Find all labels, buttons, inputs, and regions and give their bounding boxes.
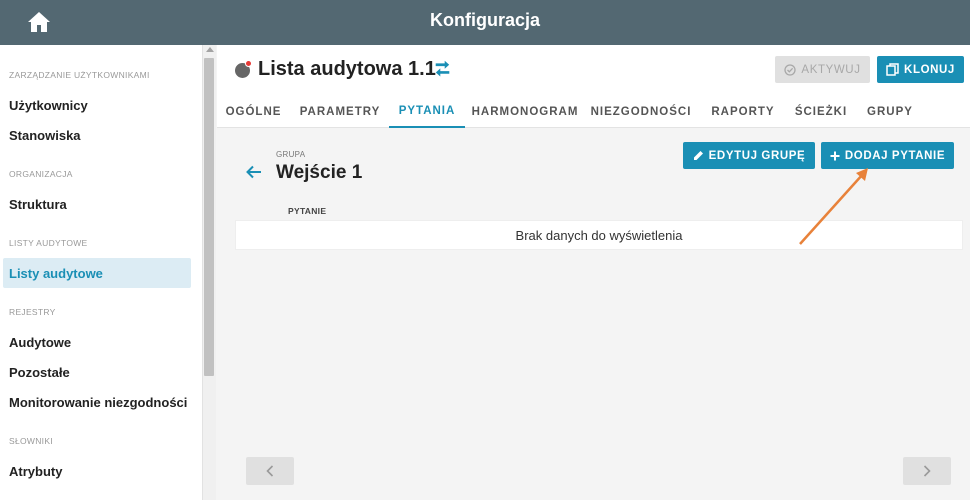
tab-nonconformities[interactable]: NIEZGODNOŚCI (589, 95, 693, 128)
copy-icon (886, 63, 899, 76)
plus-icon (830, 151, 840, 160)
group-label: GRUPA (276, 150, 306, 159)
sidebar-section-dictionaries: SŁOWNIKI (9, 436, 53, 446)
sidebar-section-registers: REJESTRY (9, 307, 56, 317)
chevron-right-icon (923, 465, 931, 477)
tab-questions[interactable]: PYTANIA (389, 95, 465, 128)
activate-button[interactable]: AKTYWUJ (775, 56, 870, 83)
scroll-up-arrow-icon[interactable] (206, 47, 214, 52)
main-header: Lista audytowa 1.1 AKTYWUJ KLONUJ OGÓLNE… (217, 45, 970, 128)
sidebar-item-nonconformity-monitoring[interactable]: Monitorowanie niezgodności (3, 387, 191, 417)
tab-general[interactable]: OGÓLNE (217, 95, 290, 128)
check-circle-icon (784, 63, 797, 76)
tab-schedule[interactable]: HARMONOGRAM (469, 95, 581, 128)
tab-paths[interactable]: ŚCIEŻKI (789, 95, 853, 128)
annotation-arrow-icon (799, 168, 868, 245)
activate-button-label: AKTYWUJ (801, 63, 861, 76)
sidebar-item-structure[interactable]: Struktura (3, 189, 191, 219)
pencil-icon (693, 151, 703, 160)
group-title: Wejście 1 (276, 162, 363, 183)
status-indicator-dot (245, 60, 252, 67)
chevron-left-icon (266, 465, 274, 477)
swap-arrows-icon[interactable] (433, 60, 453, 78)
tab-bar: OGÓLNE PARAMETRY PYTANIA HARMONOGRAM NIE… (217, 95, 970, 128)
app-title: Konfiguracja (429, 10, 540, 30)
sidebar-section-organization: ORGANIZACJA (9, 169, 73, 179)
tab-groups[interactable]: GRUPY (861, 95, 919, 128)
question-column-header: PYTANIE (288, 206, 327, 216)
sidebar-section-user-management: ZARZĄDZANIE UŻYTKOWNIKAMI (9, 70, 150, 80)
sidebar-item-other-registers[interactable]: Pozostałe (3, 357, 191, 387)
sidebar-scrollbar-thumb[interactable] (204, 58, 214, 376)
clone-button-label: KLONUJ (904, 63, 955, 76)
sidebar: ZARZĄDZANIE UŻYTKOWNIKAMI Użytkownicy St… (0, 45, 202, 500)
top-bar: Konfiguracja (0, 0, 970, 45)
page-title: Lista audytowa 1.1 (258, 58, 436, 80)
previous-page-button[interactable] (246, 457, 294, 485)
sidebar-item-attributes[interactable]: Atrybuty (3, 456, 191, 486)
next-page-button[interactable] (903, 457, 951, 485)
empty-message: Brak danych do wyświetlenia (515, 227, 683, 243)
sidebar-item-audit-lists[interactable]: Listy audytowe (3, 258, 191, 288)
tab-reports[interactable]: RAPORTY (705, 95, 781, 128)
tab-parameters[interactable]: PARAMETRY (295, 95, 385, 128)
clone-button[interactable]: KLONUJ (877, 56, 964, 83)
sidebar-item-audit-registers[interactable]: Audytowe (3, 327, 191, 357)
sidebar-item-users[interactable]: Użytkownicy (3, 90, 191, 120)
back-arrow-icon[interactable] (246, 165, 262, 179)
sidebar-section-audit-lists: LISTY AUDYTOWE (9, 238, 88, 248)
sidebar-item-positions[interactable]: Stanowiska (3, 120, 191, 150)
